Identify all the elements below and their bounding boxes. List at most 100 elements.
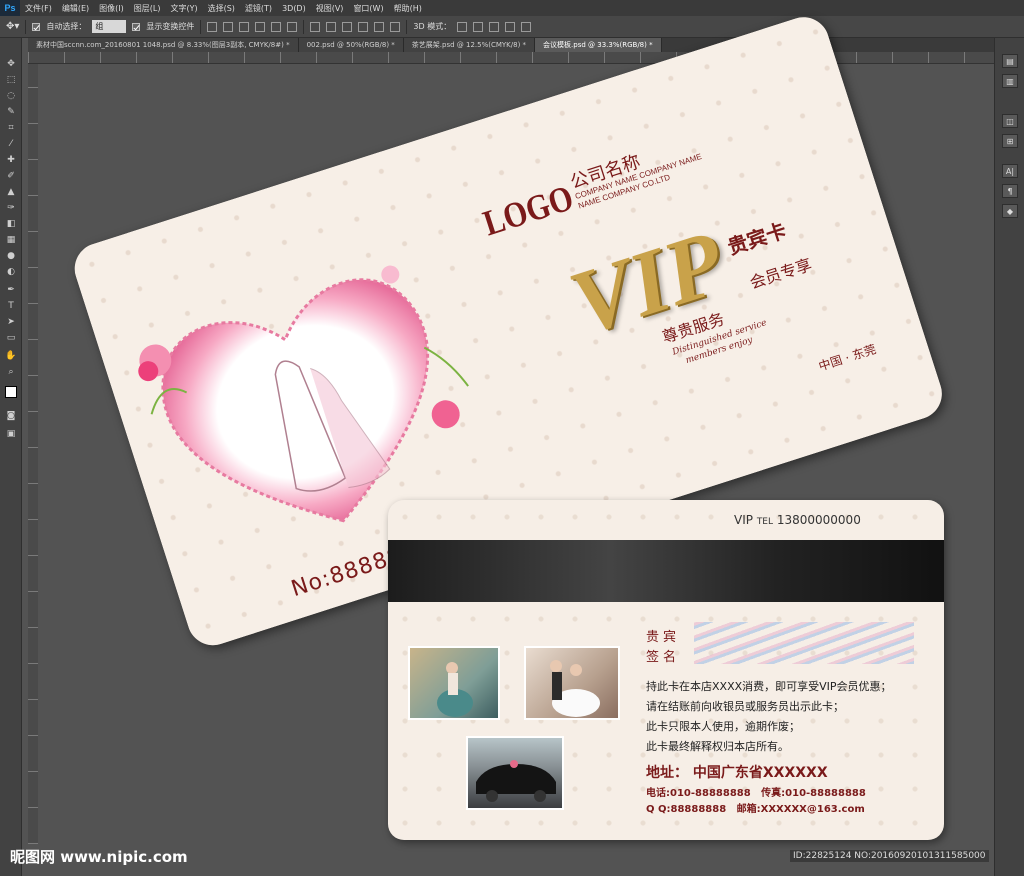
options-bar: ✥▾ 自动选择： 组 显示变换控件 3D 模式： <box>0 16 1024 38</box>
divider <box>200 19 202 34</box>
pen-tool-icon[interactable]: ✒ <box>5 284 17 296</box>
auto-select-checkbox[interactable] <box>32 22 41 31</box>
roll-3d-icon[interactable] <box>473 21 484 32</box>
signature-label-1: 贵宾 <box>646 630 681 645</box>
align-top-icon[interactable] <box>207 21 218 32</box>
rule-text-1: 持此卡在本店XXXX消费，即可享受VIP会员优惠； <box>646 680 892 693</box>
signature-label-2: 签名 <box>646 650 681 665</box>
menu-edit[interactable]: 编辑(E) <box>57 3 94 14</box>
crop-tool-icon[interactable]: ⌗ <box>5 122 17 134</box>
location-text: 中国 · 东莞 <box>816 342 878 374</box>
menu-image[interactable]: 图像(I) <box>94 3 129 14</box>
distribute-icon[interactable] <box>326 21 337 32</box>
image-id-line: ID:22825124 NO:20160920101311585000 <box>790 850 989 862</box>
rule-text-4: 此卡最终解释权归本店所有。 <box>646 740 789 753</box>
distribute-icon[interactable] <box>342 21 353 32</box>
tools-panel: ✥ ⬚ ◌ ✎ ⌗ ⁄ ✚ ✐ ▲ ✑ ◧ ▦ ● ◐ ✒ T ➤ ▭ ✋ ⌕ … <box>0 38 22 876</box>
qq-label: Q Q: <box>646 804 671 815</box>
auto-select-label: 自动选择： <box>46 22 87 31</box>
auto-select-dropdown[interactable]: 组 <box>92 20 127 33</box>
brush-tool-icon[interactable]: ✐ <box>5 170 17 182</box>
align-left-icon[interactable] <box>255 21 266 32</box>
qq-value: 88888888 <box>670 804 727 815</box>
tab-document-4[interactable]: 会议模板.psd @ 33.3%(RGB/8) * <box>535 38 662 52</box>
menu-window[interactable]: 窗口(W) <box>348 3 388 14</box>
properties-panel-icon[interactable]: ▥ <box>1002 74 1018 88</box>
guest-card-label: 贵宾卡 <box>724 218 790 260</box>
channels-panel-icon[interactable]: ⊞ <box>1002 134 1018 148</box>
gradient-tool-icon[interactable]: ▦ <box>5 234 17 246</box>
menu-layer[interactable]: 图层(L) <box>129 3 166 14</box>
lasso-tool-icon[interactable]: ◌ <box>5 90 17 102</box>
marquee-tool-icon[interactable]: ⬚ <box>5 74 17 86</box>
right-panel-dock: ▤ ▥ ◫ ⊞ A| ¶ ◆ <box>994 38 1024 876</box>
scale-3d-icon[interactable] <box>521 21 532 32</box>
document-tabs: 素材中国sccnn.com_20160801 1048.psd @ 8.33%(… <box>28 38 994 52</box>
quick-select-tool-icon[interactable]: ✎ <box>5 106 17 118</box>
pan-3d-icon[interactable] <box>489 21 500 32</box>
menu-help[interactable]: 帮助(H) <box>389 3 427 14</box>
menu-filter[interactable]: 滤镜(T) <box>240 3 277 14</box>
shape-tool-icon[interactable]: ▭ <box>5 332 17 344</box>
tab-document-3[interactable]: 茶艺展架.psd @ 12.5%(CMYK/8) * <box>403 38 536 52</box>
history-panel-icon[interactable]: ▤ <box>1002 54 1018 68</box>
vip-tel-line: VIP TEL 13800000000 <box>734 513 861 527</box>
email-value: XXXXXX@163.com <box>760 804 865 815</box>
horizontal-ruler[interactable] <box>28 52 994 64</box>
menu-view[interactable]: 视图(V) <box>311 3 349 14</box>
wedding-photo-1 <box>408 646 500 720</box>
photoshop-logo-icon[interactable]: Ps <box>0 0 20 16</box>
tab-document-1[interactable]: 素材中国sccnn.com_20160801 1048.psd @ 8.33%(… <box>28 38 299 52</box>
align-center-icon[interactable] <box>271 21 282 32</box>
foreground-color-swatch[interactable] <box>5 386 17 398</box>
layers-panel-icon[interactable]: ◫ <box>1002 114 1018 128</box>
menu-bar: Ps 文件(F) 编辑(E) 图像(I) 图层(L) 文字(Y) 选择(S) 滤… <box>0 0 1024 16</box>
quick-mask-icon[interactable]: ◙ <box>5 410 17 422</box>
distribute-icon[interactable] <box>310 21 321 32</box>
slide-3d-icon[interactable] <box>505 21 516 32</box>
move-tool-icon[interactable]: ✥ <box>5 58 17 70</box>
move-tool-icon[interactable]: ✥▾ <box>6 21 19 32</box>
zoom-tool-icon[interactable]: ⌕ <box>5 366 17 378</box>
contact-line-1: 电话:010-88888888 传真:010-88888888 <box>646 784 866 799</box>
dodge-tool-icon[interactable]: ◐ <box>5 266 17 278</box>
align-middle-icon[interactable] <box>223 21 234 32</box>
rotate-3d-icon[interactable] <box>457 21 468 32</box>
path-select-tool-icon[interactable]: ➤ <box>5 316 17 328</box>
show-transform-label: 显示变换控件 <box>146 22 195 31</box>
align-right-icon[interactable] <box>287 21 298 32</box>
tel-label: TEL <box>756 517 774 527</box>
healing-tool-icon[interactable]: ✚ <box>5 154 17 166</box>
3d-panel-icon[interactable]: ◆ <box>1002 204 1018 218</box>
fax-label: 传真: <box>761 788 786 799</box>
fax-value: 010-88888888 <box>785 788 866 799</box>
align-bottom-icon[interactable] <box>239 21 250 32</box>
menu-select[interactable]: 选择(S) <box>203 3 240 14</box>
menu-file[interactable]: 文件(F) <box>20 3 57 14</box>
signature-panel[interactable] <box>694 622 914 664</box>
blur-tool-icon[interactable]: ● <box>5 250 17 262</box>
eyedropper-tool-icon[interactable]: ⁄ <box>5 138 17 150</box>
stamp-tool-icon[interactable]: ▲ <box>5 186 17 198</box>
distribute-icon[interactable] <box>390 21 401 32</box>
tab-document-2[interactable]: 002.psd @ 50%(RGB/8) * <box>298 38 404 52</box>
character-panel-icon[interactable]: A| <box>1002 164 1018 178</box>
tel-number: 13800000000 <box>776 513 861 527</box>
hand-tool-icon[interactable]: ✋ <box>5 350 17 362</box>
paragraph-panel-icon[interactable]: ¶ <box>1002 184 1018 198</box>
rule-text-2: 请在结账前向收银员或服务员出示此卡； <box>646 700 844 713</box>
vertical-ruler[interactable] <box>28 64 38 844</box>
divider <box>303 19 305 34</box>
show-transform-checkbox[interactable] <box>132 22 141 31</box>
distribute-icon[interactable] <box>358 21 369 32</box>
eraser-tool-icon[interactable]: ◧ <box>5 218 17 230</box>
menu-type[interactable]: 文字(Y) <box>165 3 202 14</box>
rule-text-3: 此卡只限本人使用，逾期作废； <box>646 720 800 733</box>
wedding-car-photo <box>466 736 564 810</box>
menu-3d[interactable]: 3D(D) <box>277 4 311 13</box>
address-line: 地址： 中国广东省XXXXXX <box>646 762 828 782</box>
distribute-icon[interactable] <box>374 21 385 32</box>
type-tool-icon[interactable]: T <box>5 300 17 312</box>
screen-mode-icon[interactable]: ▣ <box>5 428 17 440</box>
history-brush-tool-icon[interactable]: ✑ <box>5 202 17 214</box>
